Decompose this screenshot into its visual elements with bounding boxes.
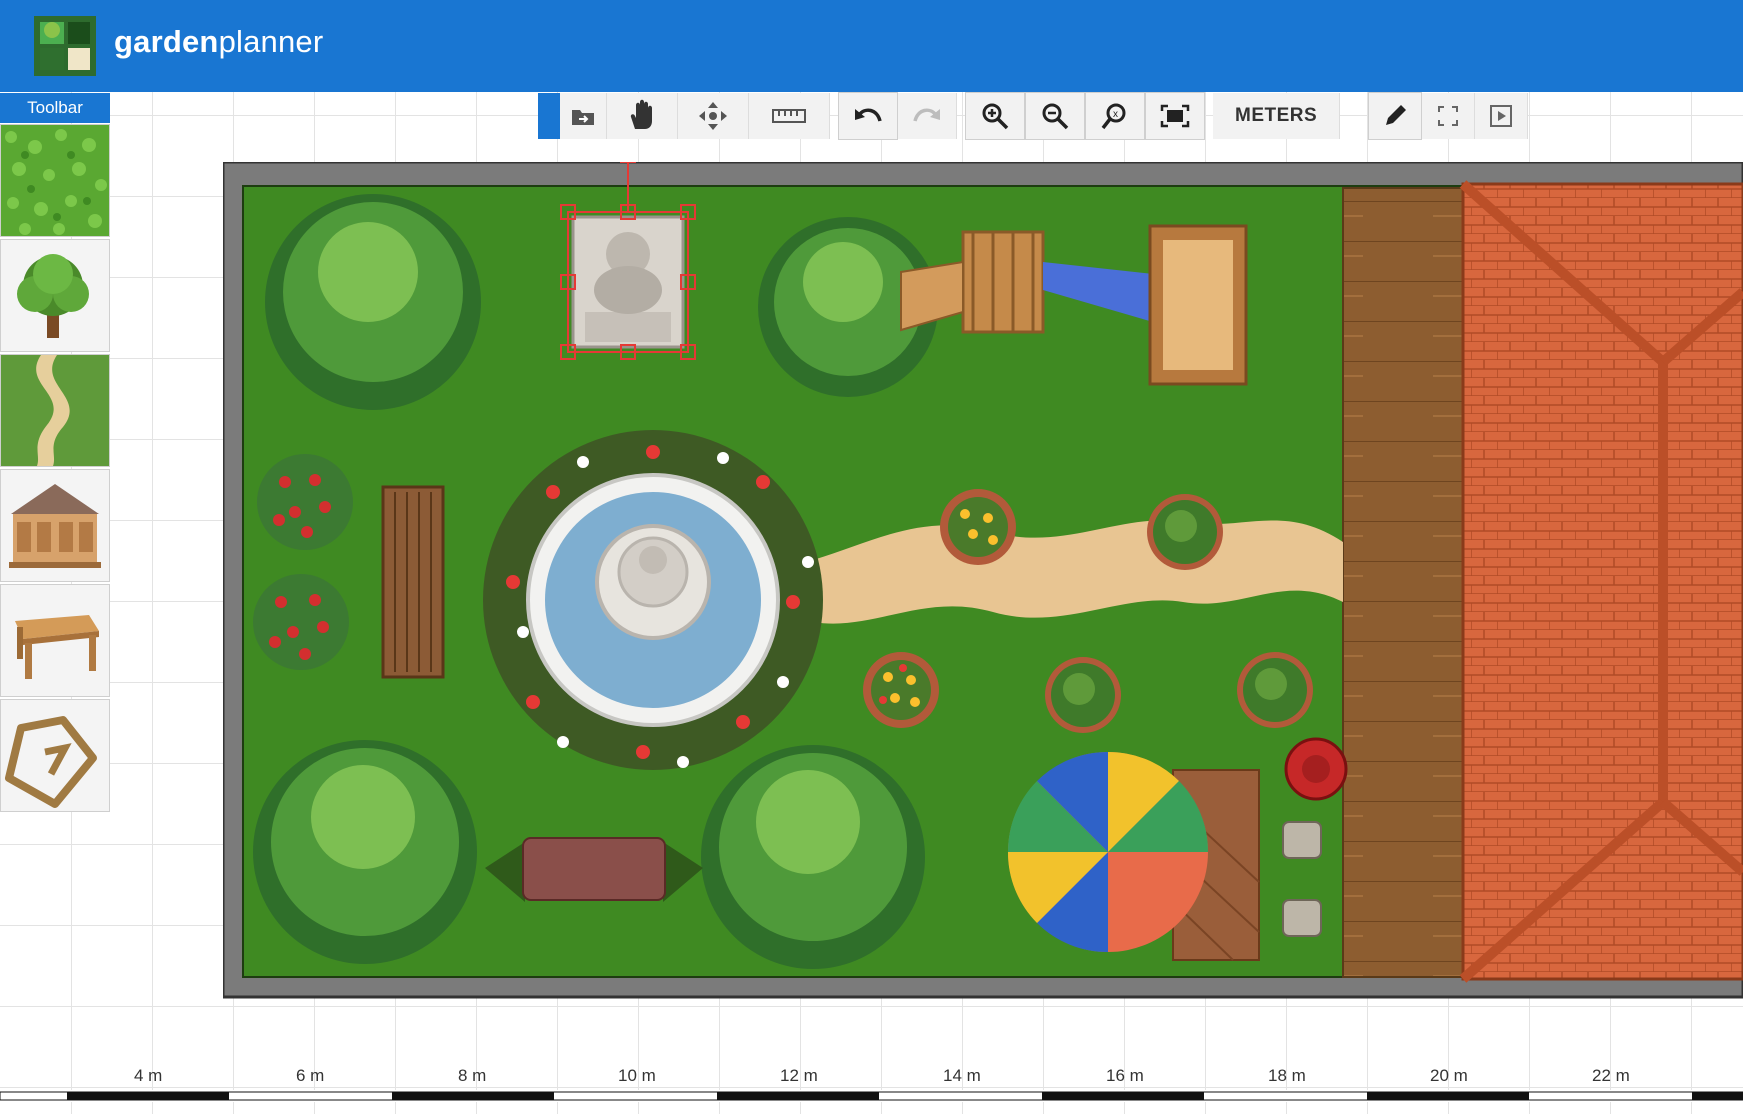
present-icon (1490, 105, 1513, 127)
import-icon (572, 110, 594, 125)
grill[interactable] (1284, 737, 1348, 801)
ruler-label: 8 m (458, 1066, 487, 1085)
ruler-label: 22 m (1592, 1066, 1630, 1085)
grass-texture-icon (1, 125, 109, 236)
wooden-deck[interactable] (1342, 187, 1464, 978)
ruler-label: 6 m (296, 1066, 325, 1085)
palette-item-path[interactable] (0, 354, 110, 467)
gazebo-icon (9, 484, 101, 568)
ruler-label: 16 m (1106, 1066, 1144, 1085)
palette-item-polygon[interactable] (0, 699, 110, 812)
pan-button[interactable] (607, 93, 678, 139)
shrub-pot-1[interactable] (1147, 494, 1223, 570)
toolbar-gap (1205, 93, 1213, 139)
ruler-label: 18 m (1268, 1066, 1306, 1085)
tree-bottom-left[interactable] (253, 740, 477, 964)
app-brand[interactable]: gardenplanner (114, 24, 323, 60)
fullscreen-button[interactable] (1422, 93, 1476, 139)
units-button[interactable]: METERS (1213, 93, 1341, 139)
chair-1[interactable] (1282, 821, 1322, 859)
move-button[interactable] (678, 93, 749, 139)
app-logo (34, 16, 96, 76)
pencil-icon (1386, 105, 1407, 125)
measure-ruler-icon (772, 109, 806, 123)
palette-item-table[interactable] (0, 584, 110, 697)
zoom-reset-button[interactable]: x (1085, 92, 1145, 140)
tree-icon (17, 254, 89, 338)
fit-screen-button[interactable] (1145, 92, 1205, 140)
zoom-in-icon (982, 103, 1009, 130)
toolbar-gap (830, 93, 838, 139)
fullscreen-icon (1438, 106, 1459, 126)
patio-umbrella[interactable] (1007, 751, 1209, 953)
ruler-label: 4 m (134, 1066, 163, 1085)
zoom-out-button[interactable] (1025, 92, 1085, 140)
shrub-pot-2[interactable] (1045, 657, 1121, 733)
move-icon (699, 102, 727, 130)
object-palette (0, 124, 110, 814)
top-toolbar: x METERS (538, 92, 1529, 140)
hand-pan-icon (630, 99, 652, 129)
palette-item-gazebo[interactable] (0, 469, 110, 582)
undo-icon (855, 108, 882, 122)
app-header: gardenplanner (0, 0, 1743, 92)
zoom-out-icon (1042, 103, 1069, 130)
palette-item-grass[interactable] (0, 124, 110, 237)
toolbar-selected-marker (538, 93, 560, 139)
rose-bush-2[interactable] (253, 574, 349, 670)
sandbox[interactable] (1148, 224, 1248, 386)
import-button[interactable] (560, 93, 607, 139)
tree-top-left[interactable] (265, 194, 481, 410)
svg-text:x: x (1113, 109, 1118, 120)
toolbar-gap (1340, 93, 1368, 139)
undo-button[interactable] (838, 92, 898, 140)
flower-pot-2[interactable] (863, 652, 939, 728)
ruler-label: 20 m (1430, 1066, 1468, 1085)
rose-bush-1[interactable] (257, 454, 353, 550)
tree-bottom-middle[interactable] (701, 745, 925, 969)
shrub-pot-3[interactable] (1237, 652, 1313, 728)
path-icon (1, 355, 109, 466)
ruler-label: 10 m (618, 1066, 656, 1085)
present-button[interactable] (1475, 93, 1529, 139)
garden-plan[interactable] (223, 162, 1743, 1002)
draw-button[interactable] (1368, 92, 1423, 140)
zoom-in-button[interactable] (965, 92, 1025, 140)
polygon-shape-icon (5, 716, 97, 808)
flower-pot-1[interactable] (940, 489, 1016, 565)
fountain[interactable] (483, 430, 823, 770)
ruler-label: 12 m (780, 1066, 818, 1085)
redo-button[interactable] (898, 93, 957, 139)
chair-2[interactable] (1282, 899, 1322, 937)
ruler-label: 14 m (943, 1066, 981, 1085)
toolbar-gap (957, 93, 965, 139)
statue[interactable] (571, 215, 685, 349)
fit-screen-icon (1160, 104, 1190, 128)
palette-item-tree[interactable] (0, 239, 110, 352)
table-icon (15, 615, 99, 679)
zoom-reset-icon: x (1101, 103, 1126, 130)
ruler-bar (0, 1090, 1743, 1102)
redo-icon (913, 108, 940, 122)
toolbar-title: Toolbar (0, 93, 110, 123)
measure-button[interactable] (749, 93, 830, 139)
garden-bench[interactable] (381, 485, 445, 679)
hammock[interactable] (485, 837, 703, 902)
